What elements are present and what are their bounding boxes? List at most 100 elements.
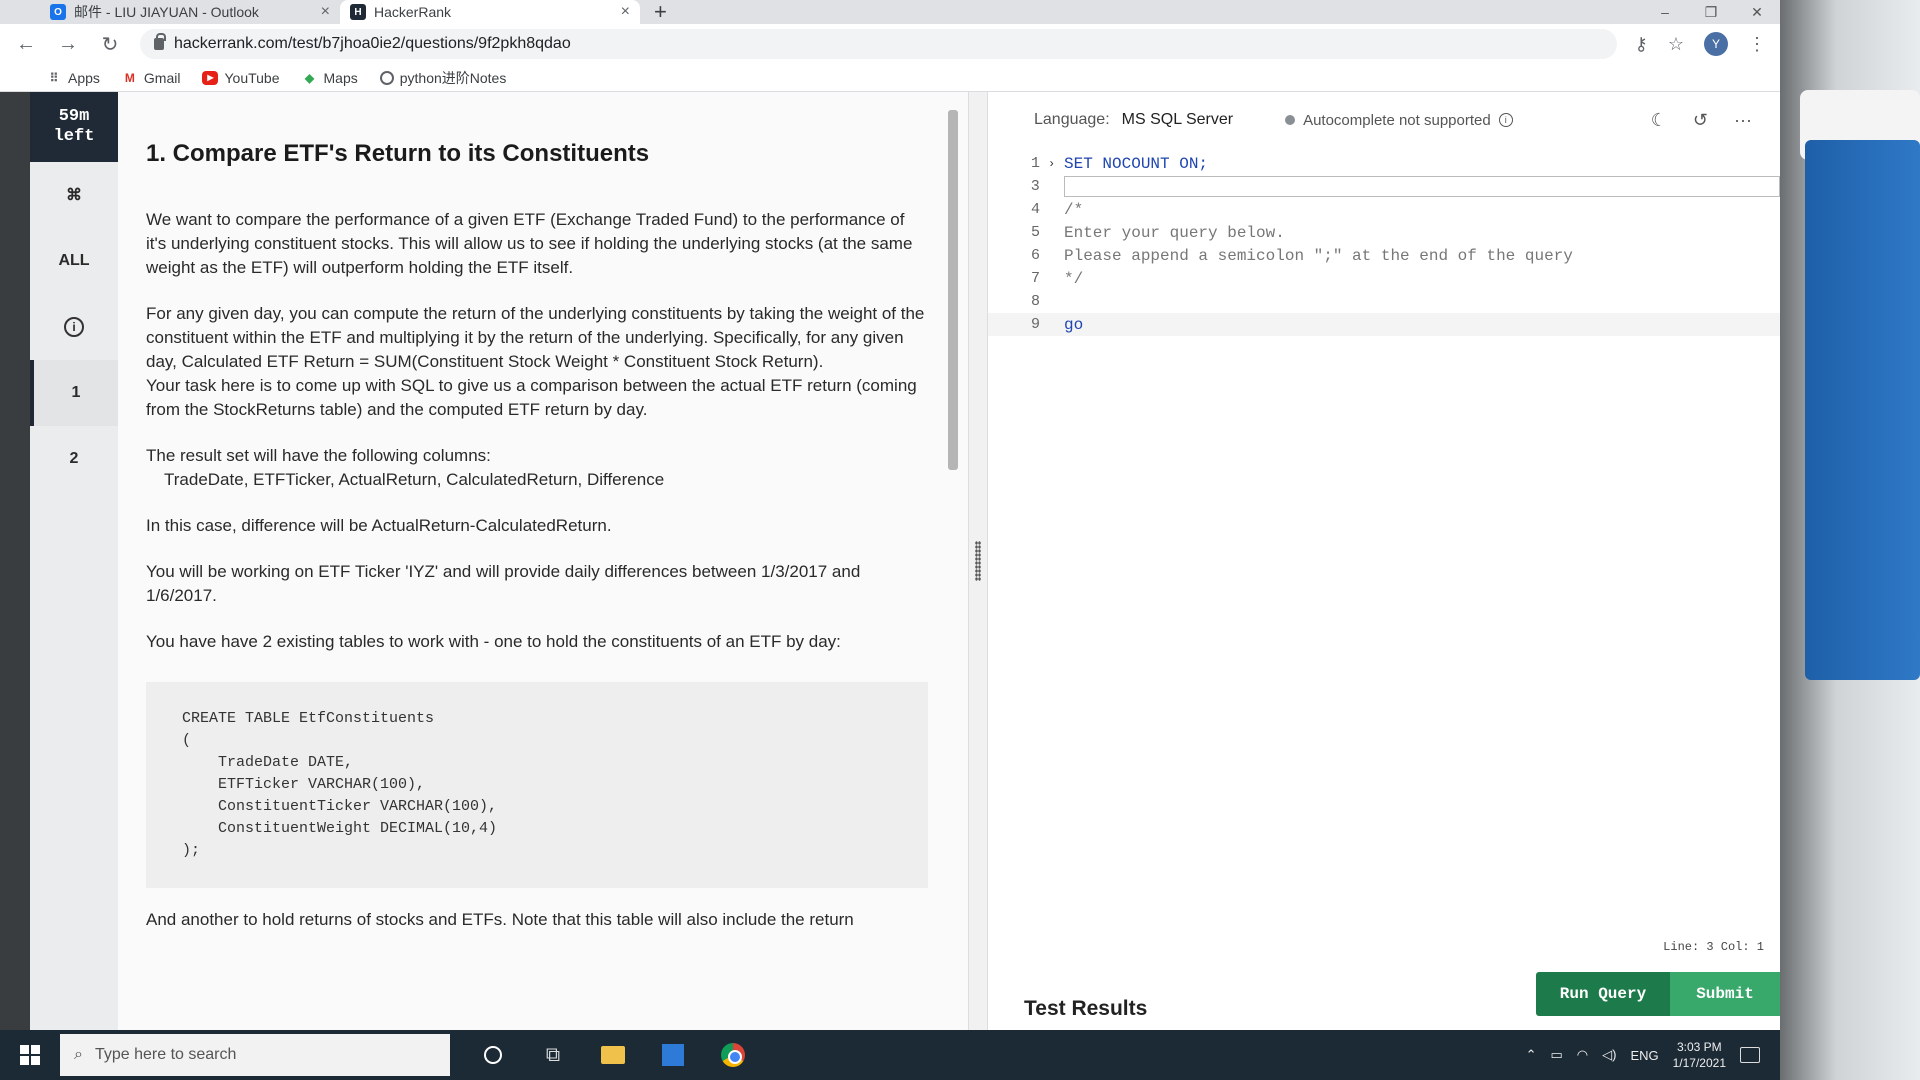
problem-scrollbar[interactable]: [948, 102, 960, 1032]
chrome-icon[interactable]: [720, 1042, 746, 1068]
problem-paragraph: We want to compare the performance of a …: [146, 210, 913, 277]
apps-icon: ⠿: [49, 70, 59, 85]
file-explorer-icon[interactable]: [600, 1042, 626, 1068]
line-number: 4: [1030, 201, 1040, 218]
run-query-button[interactable]: Run Query: [1536, 972, 1670, 1016]
search-placeholder: Type here to search: [94, 1046, 237, 1063]
grip-icon: [975, 541, 981, 581]
bookmark-label: Maps: [323, 69, 358, 86]
code-line: 9 go: [988, 313, 1780, 336]
code-text: [1063, 176, 1780, 197]
nav-info[interactable]: i: [30, 294, 118, 360]
code-text: */: [1064, 269, 1084, 288]
nav-question-2[interactable]: 2: [30, 426, 118, 492]
bookmark-python-notes[interactable]: python进阶Notes: [379, 68, 507, 88]
code-text: go: [1064, 315, 1084, 334]
hackerrank-page: 59m left ⌘ ALL i 1 2 1. Compare ETF's Re…: [30, 92, 1780, 1030]
windows-icon: [20, 1045, 40, 1065]
input-language[interactable]: ENG: [1630, 1048, 1658, 1063]
close-window-icon[interactable]: ✕: [1734, 0, 1780, 24]
cortana-icon[interactable]: [480, 1042, 506, 1068]
search-icon: ⌕: [74, 1046, 83, 1063]
browser-tab-bar: O 邮件 - LIU JIAYUAN - Outlook × H HackerR…: [0, 0, 1780, 24]
youtube-icon: ▶: [202, 70, 219, 85]
submit-button[interactable]: Submit: [1670, 972, 1780, 1016]
code-line: 6 Please append a semicolon ";" at the e…: [988, 244, 1780, 267]
start-button[interactable]: [0, 1045, 60, 1065]
info-icon[interactable]: i: [1498, 113, 1513, 127]
tab-hackerrank[interactable]: H HackerRank ×: [340, 0, 640, 24]
volume-icon[interactable]: ◁): [1602, 1047, 1616, 1063]
nav-label: ALL: [58, 252, 90, 269]
gmail-icon: M: [124, 70, 135, 85]
dark-mode-icon[interactable]: ☾: [1651, 110, 1667, 131]
editor-toolbar: Language: MS SQL Server Autocomplete not…: [988, 92, 1780, 148]
reset-icon[interactable]: ↺: [1693, 110, 1708, 131]
more-options-icon[interactable]: ···: [1734, 110, 1752, 131]
star-icon[interactable]: ☆: [1668, 34, 1684, 55]
wifi-icon[interactable]: ◠: [1577, 1047, 1588, 1063]
window-controls: – ❐ ✕: [1642, 0, 1780, 24]
problem-title: 1. Compare ETF's Return to its Constitue…: [146, 140, 650, 167]
code-sample: CREATE TABLE EtfConstituents ( TradeDate…: [146, 682, 928, 888]
taskbar-search-input[interactable]: ⌕ Type here to search: [60, 1034, 450, 1076]
line-number: 7: [1030, 270, 1040, 287]
bookmark-gmail[interactable]: M Gmail: [122, 70, 181, 86]
reload-icon[interactable]: ↻: [98, 32, 122, 57]
scrollbar-thumb[interactable]: [948, 110, 958, 470]
clock-time: 3:03 PM: [1676, 1040, 1722, 1054]
restore-icon[interactable]: ❐: [1688, 0, 1734, 24]
back-icon[interactable]: ←: [14, 33, 38, 56]
nav-all-questions[interactable]: ALL: [30, 228, 118, 294]
avatar[interactable]: Y: [1704, 32, 1728, 56]
forward-icon[interactable]: →: [56, 33, 80, 56]
close-icon[interactable]: ×: [321, 3, 330, 21]
blue-cup: [1805, 140, 1920, 680]
status-dot-icon: [1285, 115, 1296, 125]
info-icon: i: [64, 317, 84, 337]
windows-taskbar: ⌕ Type here to search ⧉ ⌃ ▭ ◠ ◁) ENG 3:0…: [0, 1030, 1780, 1080]
problem-paragraph: Your task here is to come up with SQL to…: [146, 376, 917, 419]
code-editor-pane: Language: MS SQL Server Autocomplete not…: [988, 92, 1780, 1030]
bookmark-maps[interactable]: ◆ Maps: [302, 70, 358, 86]
line-number: 8: [1030, 293, 1040, 310]
pane-resize-handle[interactable]: [968, 92, 988, 1030]
problem-paragraph: The result set will have the following c…: [146, 446, 491, 465]
task-view-icon[interactable]: ⧉: [540, 1042, 566, 1068]
bookmark-apps[interactable]: ⠿ Apps: [46, 70, 100, 86]
code-editor[interactable]: 1 › SET NOCOUNT ON; 3 4 /* 5 Enter your …: [988, 152, 1780, 336]
bookmarks-bar: ⠿ Apps M Gmail ▶ YouTube ◆ Maps python进阶…: [0, 64, 1780, 92]
line-number: 1: [1030, 155, 1040, 172]
kebab-menu-icon[interactable]: ⋮: [1748, 34, 1766, 55]
nav-question-1[interactable]: 1: [30, 360, 118, 426]
nav-label: 1: [71, 384, 81, 401]
clock[interactable]: 3:03 PM 1/17/2021: [1673, 1039, 1726, 1071]
address-bar: ← → ↻ hackerrank.com/test/b7jhoa0ie2/que…: [0, 24, 1780, 64]
new-tab-button[interactable]: +: [640, 0, 681, 24]
lock-icon: [154, 33, 166, 50]
shortcuts-button[interactable]: ⌘: [30, 162, 118, 228]
minimize-icon[interactable]: –: [1642, 0, 1688, 24]
maps-icon: ◆: [304, 70, 315, 85]
fold-icon[interactable]: ›: [1048, 157, 1064, 171]
problem-paragraph: And another to hold returns of stocks an…: [146, 910, 854, 929]
notifications-icon[interactable]: [1740, 1047, 1760, 1063]
url-input[interactable]: hackerrank.com/test/b7jhoa0ie2/questions…: [140, 29, 1617, 59]
bookmark-label: python进阶Notes: [399, 69, 507, 86]
chevron-up-icon[interactable]: ⌃: [1526, 1047, 1537, 1063]
nav-label: 2: [69, 450, 79, 467]
line-number: 5: [1030, 224, 1040, 241]
code-text: SET NOCOUNT ON;: [1064, 154, 1209, 173]
system-tray: ⌃ ▭ ◠ ◁) ENG 3:03 PM 1/17/2021: [1526, 1039, 1780, 1071]
code-text: /*: [1064, 200, 1084, 219]
battery-icon[interactable]: ▭: [1550, 1047, 1562, 1063]
bookmark-youtube[interactable]: ▶ YouTube: [202, 70, 280, 86]
language-select[interactable]: MS SQL Server: [1122, 111, 1233, 129]
key-icon[interactable]: ⚷: [1635, 34, 1648, 55]
test-results-heading[interactable]: Test Results: [1024, 997, 1147, 1021]
cursor-position: Line: 3 Col: 1: [1663, 940, 1764, 954]
code-line: 4 /*: [988, 198, 1780, 221]
app-icon[interactable]: [660, 1042, 686, 1068]
tab-outlook[interactable]: O 邮件 - LIU JIAYUAN - Outlook ×: [40, 0, 340, 24]
close-icon[interactable]: ×: [621, 3, 630, 21]
